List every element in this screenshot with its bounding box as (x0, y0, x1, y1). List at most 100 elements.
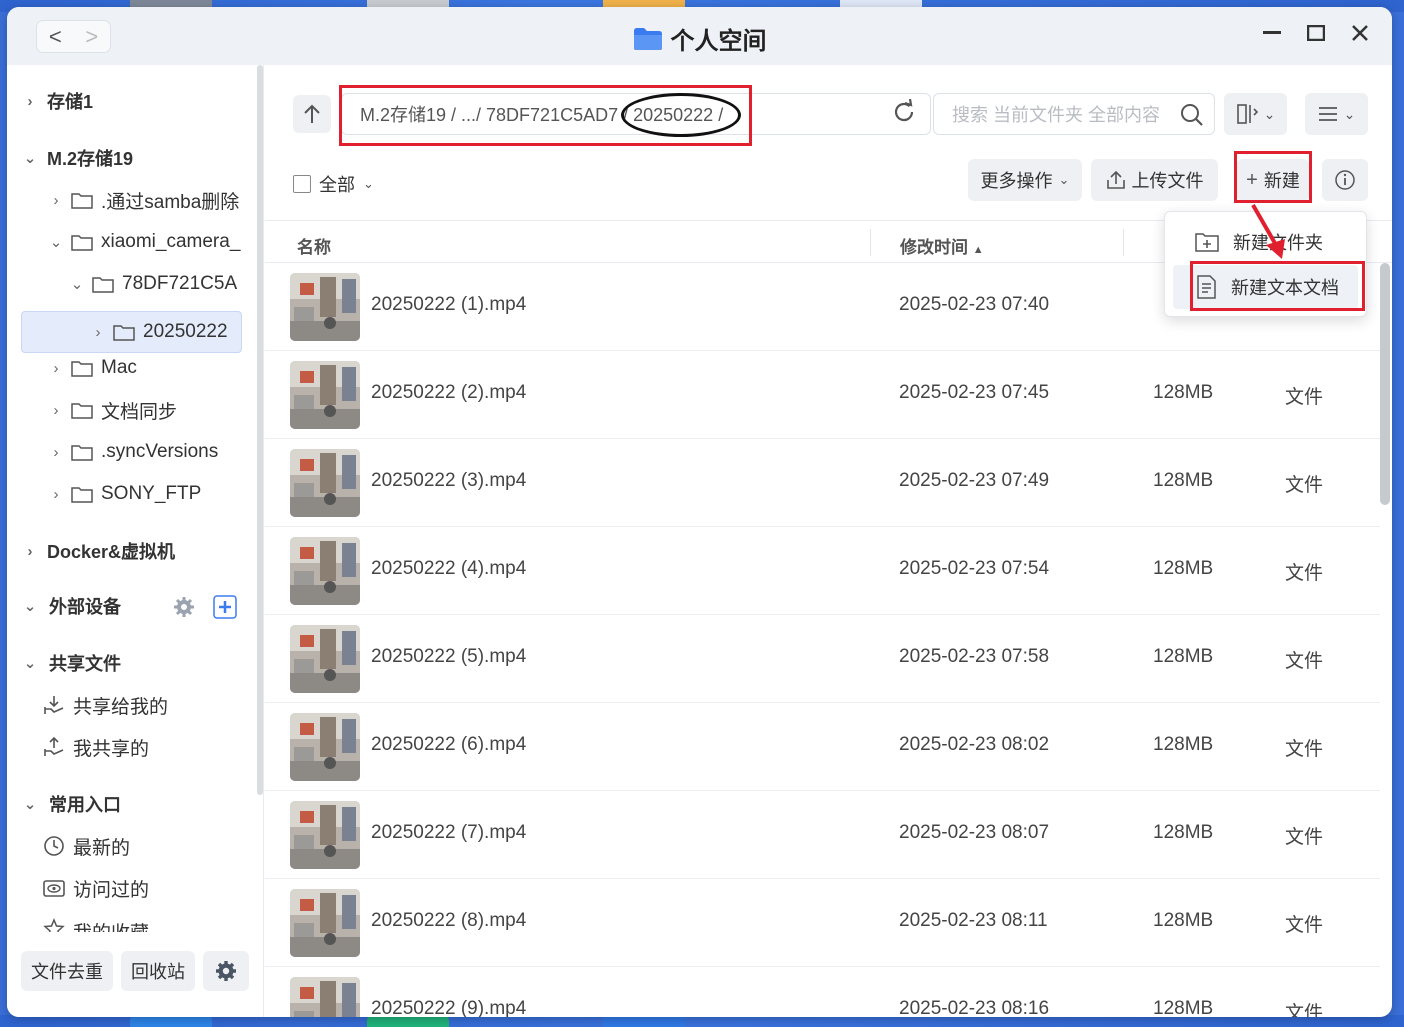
video-thumbnail (290, 449, 360, 517)
table-row[interactable]: 20250222 (9).mp4 2025-02-23 08:16 128MB 文件 (265, 967, 1380, 1017)
sidebar-item-doc-sync[interactable]: › 文档同步 (47, 390, 178, 430)
select-all-checkbox[interactable] (293, 175, 311, 193)
settings-button[interactable] (203, 951, 249, 991)
sidebar-item-storage1[interactable]: › 存储1 (21, 81, 94, 121)
sidebar-item-sony-ftp[interactable]: › SONY_FTP (47, 474, 202, 514)
folder-icon (71, 360, 93, 377)
file-mtime: 2025-02-23 07:54 (899, 558, 1050, 579)
file-name[interactable]: 20250222 (1).mp4 (371, 294, 526, 316)
chevron-right-icon[interactable]: › (47, 402, 65, 419)
search-icon[interactable] (1180, 103, 1204, 127)
file-name[interactable]: 20250222 (6).mp4 (371, 734, 526, 756)
chevron-right-icon[interactable]: › (47, 192, 65, 209)
sidebar-item-label: 78DF721C5A (122, 273, 238, 294)
file-name[interactable]: 20250222 (4).mp4 (371, 558, 526, 580)
table-row[interactable]: 20250222 (6).mp4 2025-02-23 08:02 128MB 文件 (265, 703, 1380, 791)
eye-icon (43, 880, 65, 897)
file-mtime: 2025-02-23 07:58 (899, 646, 1050, 667)
sidebar-item-label: Mac (101, 357, 137, 378)
gear-icon[interactable] (173, 596, 195, 618)
dedupe-button[interactable]: 文件去重 (21, 951, 113, 991)
sidebar-item-m2-storage19[interactable]: ⌄ M.2存储19 (21, 138, 133, 178)
window-title: 个人空间 (670, 28, 767, 55)
info-icon (1335, 170, 1355, 190)
file-name[interactable]: 20250222 (9).mp4 (371, 998, 526, 1017)
column-name-header[interactable]: 名称 (297, 233, 331, 258)
chevron-down-icon[interactable]: ⌄ (68, 275, 86, 293)
folder-icon (92, 276, 114, 293)
refresh-icon[interactable] (891, 99, 917, 125)
sidebar-item-quick-access[interactable]: ⌄ 常用入口 (21, 784, 121, 824)
table-row[interactable]: 20250222 (4).mp4 2025-02-23 07:54 128MB 文件 (265, 527, 1380, 615)
sidebar-item-20250222[interactable]: › 20250222 (89, 312, 228, 352)
upload-button[interactable]: 上传文件 (1091, 159, 1218, 201)
sort-menu-button[interactable]: ⌄ (1305, 93, 1368, 135)
chevron-down-icon[interactable]: ⌄ (21, 654, 39, 672)
chevron-down-icon: ⌄ (1058, 172, 1070, 187)
select-all[interactable]: 全部 ⌄ (293, 171, 374, 197)
more-actions-button[interactable]: 更多操作 ⌄ (968, 159, 1082, 201)
sidebar-item-my-shares[interactable]: 我共享的 (43, 727, 149, 767)
main-panel: M.2存储19 / .../ 78DF721C5AD7 / 20250222 /… (265, 65, 1392, 1017)
maximize-icon[interactable] (1306, 21, 1326, 45)
table-row[interactable]: 20250222 (3).mp4 2025-02-23 07:49 128MB 文件 (265, 439, 1380, 527)
sidebar-item-xiaomi-camera[interactable]: ⌄ xiaomi_camera_ (47, 222, 241, 262)
select-all-label: 全部 (319, 175, 355, 195)
sidebar-item-external-devices[interactable]: ⌄ 外部设备 (21, 586, 241, 626)
sidebar-item-samba-deleted[interactable]: › .通过samba删除 (47, 180, 240, 220)
table-row[interactable]: 20250222 (7).mp4 2025-02-23 08:07 128MB 文件 (265, 791, 1380, 879)
new-folder-icon (1195, 233, 1219, 252)
column-mtime-header[interactable]: 修改时间 ▲ (900, 233, 984, 258)
sidebar-item-label: 存储1 (47, 92, 94, 112)
file-name[interactable]: 20250222 (5).mp4 (371, 646, 526, 668)
column-divider[interactable] (1123, 229, 1124, 256)
sidebar-item-label: 我共享的 (73, 738, 150, 760)
recycle-bin-button[interactable]: 回收站 (121, 951, 195, 991)
chevron-right-icon[interactable]: › (47, 360, 65, 377)
info-button[interactable] (1322, 159, 1368, 201)
file-name[interactable]: 20250222 (7).mp4 (371, 822, 526, 844)
video-thumbnail (290, 273, 360, 341)
sidebar-scrollbar[interactable] (257, 65, 263, 795)
chevron-down-icon[interactable]: ⌄ (21, 795, 39, 813)
up-level-button[interactable] (293, 95, 331, 133)
sidebar-item-mac[interactable]: › Mac (47, 348, 137, 388)
sidebar-item-sync-versions[interactable]: › .syncVersions (47, 432, 219, 472)
chevron-down-icon[interactable]: ⌄ (21, 149, 39, 167)
sidebar-item-visited[interactable]: 访问过的 (43, 868, 149, 908)
close-icon[interactable] (1350, 21, 1370, 45)
file-type: 文件 (1285, 827, 1324, 848)
sidebar-item-docker-vm[interactable]: › Docker&虚拟机 (21, 531, 176, 571)
file-name[interactable]: 20250222 (3).mp4 (371, 470, 526, 492)
arrow-up-icon (304, 104, 320, 123)
list-icon (1318, 107, 1337, 121)
chevron-right-icon[interactable]: › (89, 324, 107, 341)
chevron-right-icon[interactable]: › (21, 543, 39, 560)
table-row[interactable]: 20250222 (5).mp4 2025-02-23 07:58 128MB 文件 (265, 615, 1380, 703)
sidebar-item-shared-with-me[interactable]: 共享给我的 (43, 685, 168, 725)
chevron-down-icon[interactable]: ⌄ (21, 597, 39, 615)
file-name[interactable]: 20250222 (8).mp4 (371, 910, 526, 932)
chevron-right-icon[interactable]: › (21, 93, 39, 110)
chevron-right-icon[interactable]: › (47, 444, 65, 461)
sidebar-item-78df721c5a[interactable]: ⌄ 78DF721C5A (68, 264, 237, 304)
column-divider[interactable] (870, 229, 871, 256)
add-icon[interactable] (213, 595, 237, 619)
table-row[interactable]: 20250222 (8).mp4 2025-02-23 08:11 128MB 文件 (265, 879, 1380, 967)
chevron-down-icon[interactable]: ⌄ (363, 176, 374, 192)
chevron-down-icon[interactable]: ⌄ (47, 233, 65, 251)
file-mtime: 2025-02-23 08:02 (899, 734, 1050, 755)
chevron-right-icon[interactable]: › (47, 486, 65, 503)
video-thumbnail (290, 361, 360, 429)
search-input[interactable]: 搜索 当前文件夹 全部内容 (933, 93, 1215, 135)
file-name[interactable]: 20250222 (2).mp4 (371, 382, 526, 404)
table-row[interactable]: 20250222 (2).mp4 2025-02-23 07:45 128MB 文件 (265, 351, 1380, 439)
sidebar-item-favorites[interactable]: 我的收藏 (43, 910, 149, 932)
sidebar-item-label: 访问过的 (73, 879, 150, 901)
file-list-scrollbar[interactable] (1380, 263, 1390, 505)
folder-icon (71, 402, 93, 419)
view-mode-button[interactable]: ⌄ (1224, 93, 1287, 135)
sidebar-item-recent[interactable]: 最新的 (43, 826, 130, 866)
minimize-icon[interactable] (1262, 21, 1282, 45)
sidebar-item-shared-files[interactable]: ⌄ 共享文件 (21, 643, 121, 683)
